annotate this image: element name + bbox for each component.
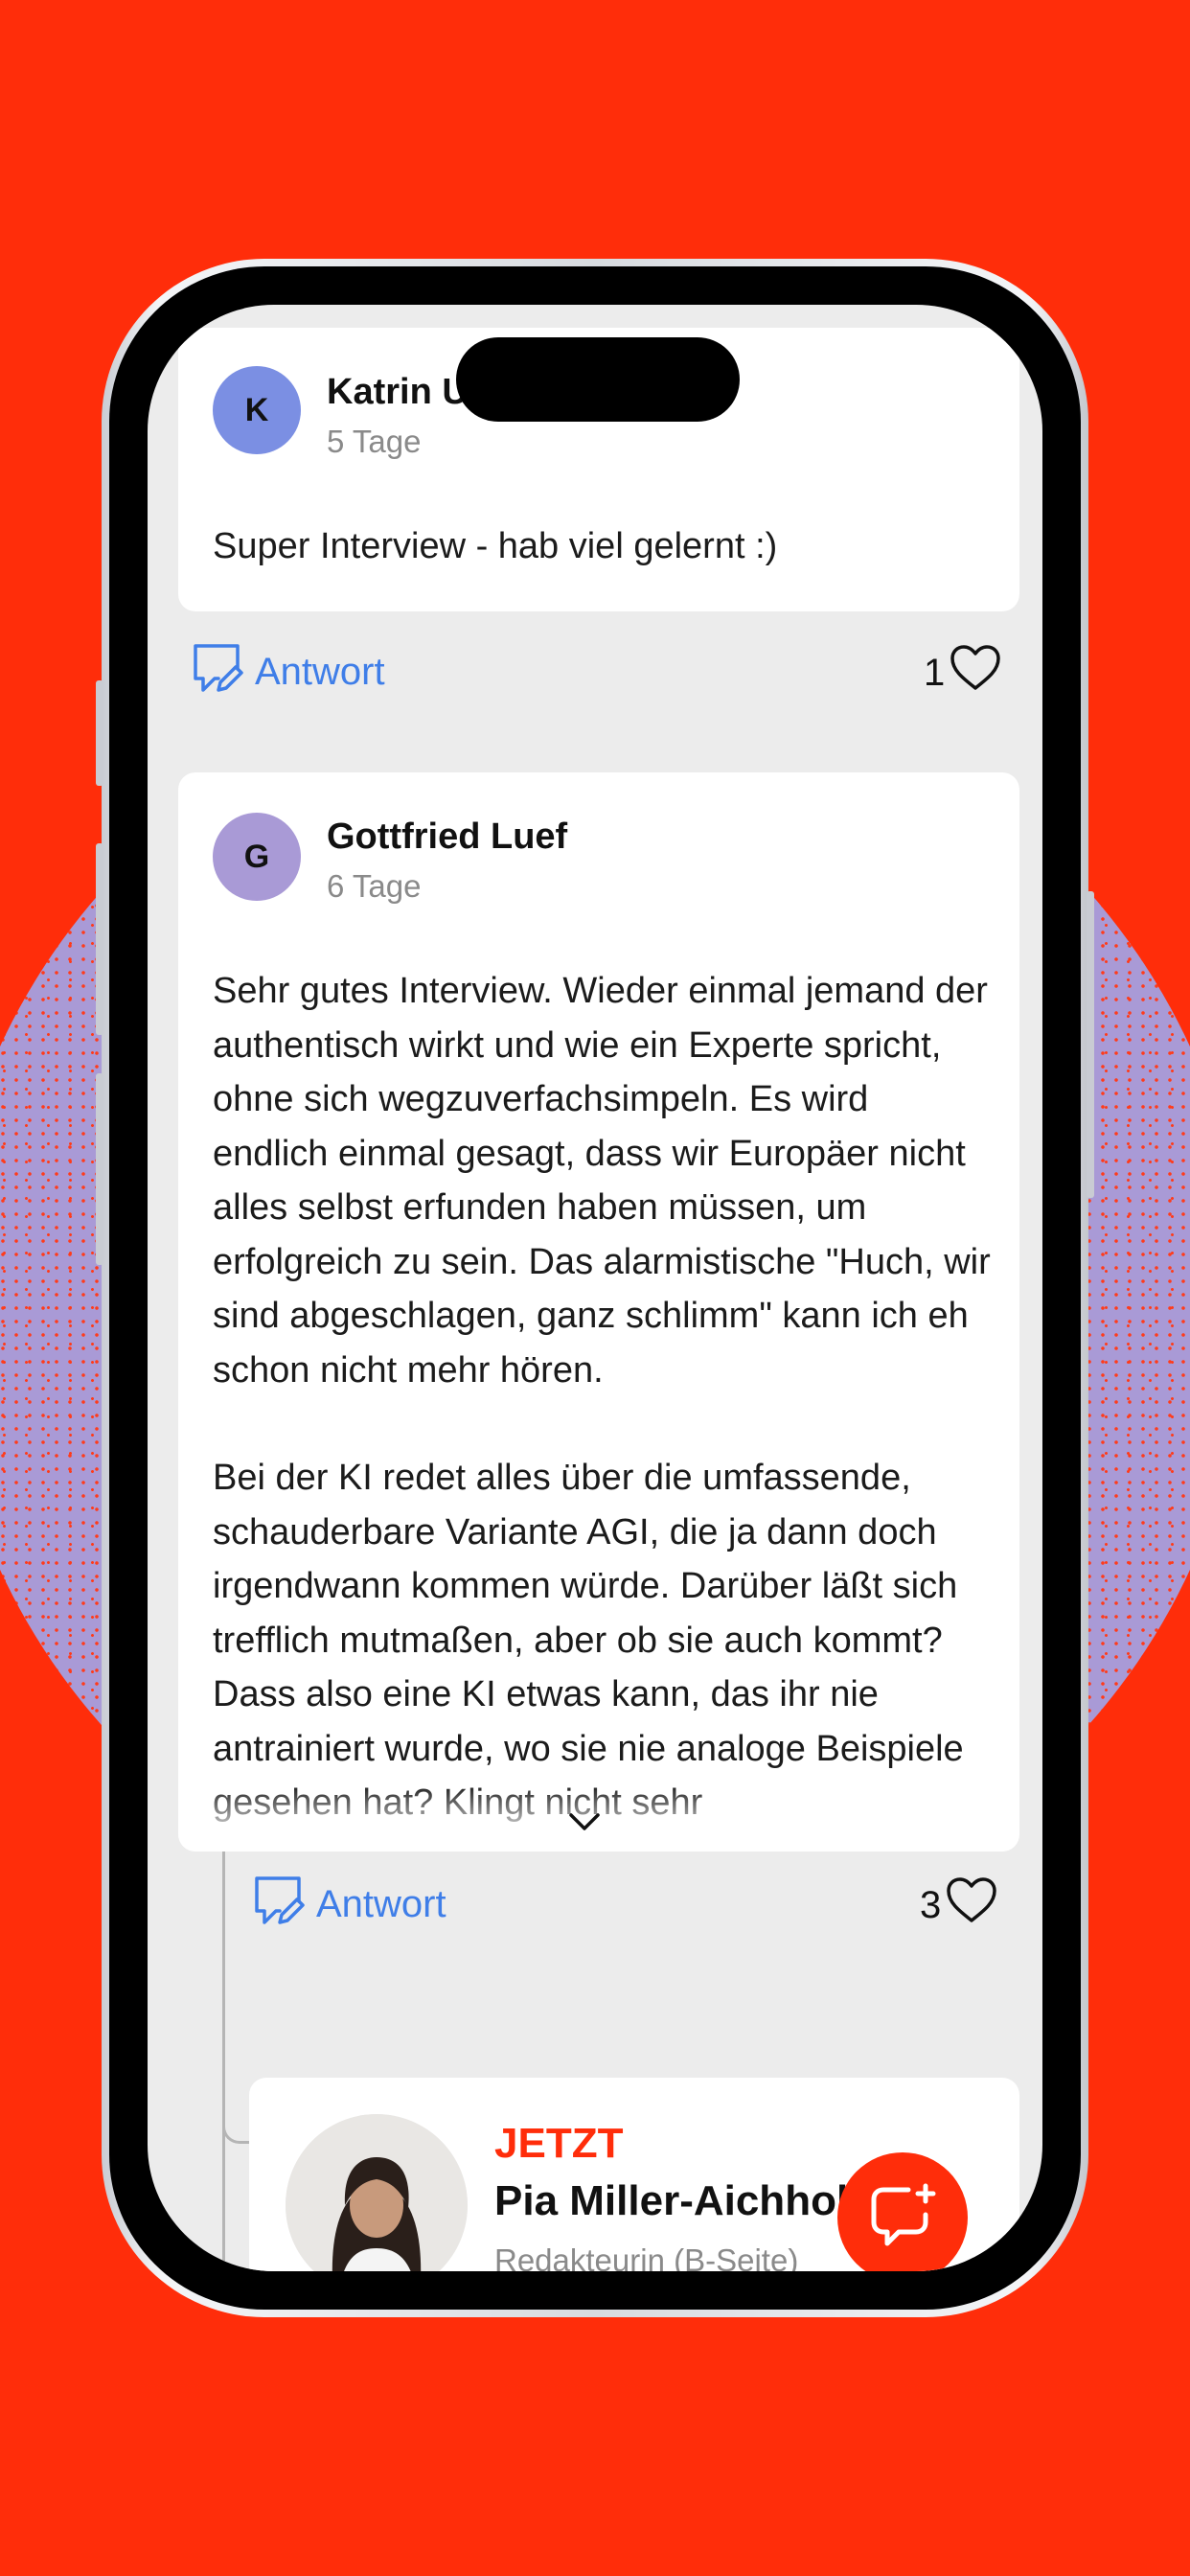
comment-text: Super Interview - hab viel gelernt :) bbox=[213, 526, 778, 566]
comment-card: G Gottfried Luef 6 Tage Sehr gutes Inter… bbox=[178, 772, 1019, 1852]
like-count: 3 bbox=[920, 1883, 942, 1926]
phone-volume-down bbox=[96, 1073, 103, 1265]
reply-bubble-pencil-icon bbox=[190, 640, 245, 703]
phone-bezel: K Katrin U 5 Tage Super Interview - hab … bbox=[109, 266, 1081, 2310]
editor-role: Redakteurin (B-Seite) bbox=[494, 2242, 799, 2271]
app-screen: K Katrin U 5 Tage Super Interview - hab … bbox=[148, 305, 1042, 2271]
editor-name[interactable]: Pia Miller-Aichholz bbox=[494, 2177, 869, 2225]
chevron-down-icon[interactable] bbox=[565, 1809, 604, 1839]
heart-outline-icon bbox=[949, 644, 1002, 702]
comment-text: Sehr gutes Interview. Wieder einmal jema… bbox=[213, 964, 991, 1830]
chat-sparkle-icon bbox=[866, 2182, 939, 2254]
editor-avatar[interactable] bbox=[286, 2114, 468, 2271]
heart-outline-icon bbox=[945, 1876, 998, 1934]
reply-label: Antwort bbox=[255, 650, 385, 693]
reply-button[interactable]: Antwort bbox=[251, 1873, 446, 1936]
comment-time: 6 Tage bbox=[327, 868, 422, 904]
live-badge: JETZT bbox=[494, 2120, 624, 2167]
comment-author[interactable]: Katrin U bbox=[327, 372, 469, 413]
phone-power-button bbox=[1087, 891, 1094, 1198]
phone-volume-up bbox=[96, 843, 103, 1035]
new-comment-fab[interactable] bbox=[837, 2152, 968, 2271]
comment-author[interactable]: Gottfried Luef bbox=[327, 816, 567, 858]
avatar[interactable]: G bbox=[213, 813, 301, 901]
reply-button[interactable]: Antwort bbox=[190, 640, 385, 703]
reply-label: Antwort bbox=[316, 1882, 446, 1925]
like-button[interactable]: 1 bbox=[924, 644, 1002, 702]
phone-frame: K Katrin U 5 Tage Super Interview - hab … bbox=[96, 259, 1094, 2317]
reply-bubble-pencil-icon bbox=[251, 1873, 307, 1936]
comment-time: 5 Tage bbox=[327, 424, 422, 459]
comment-paragraph: Bei der KI redet alles über die umfassen… bbox=[213, 1458, 964, 1823]
comment-paragraph: Sehr gutes Interview. Wieder einmal jema… bbox=[213, 971, 991, 1391]
like-count: 1 bbox=[924, 651, 946, 694]
avatar[interactable]: K bbox=[213, 366, 301, 454]
like-button[interactable]: 3 bbox=[920, 1876, 998, 1934]
phone-side-button bbox=[96, 680, 103, 786]
dynamic-island bbox=[456, 337, 740, 422]
thread-line bbox=[222, 1852, 225, 2271]
